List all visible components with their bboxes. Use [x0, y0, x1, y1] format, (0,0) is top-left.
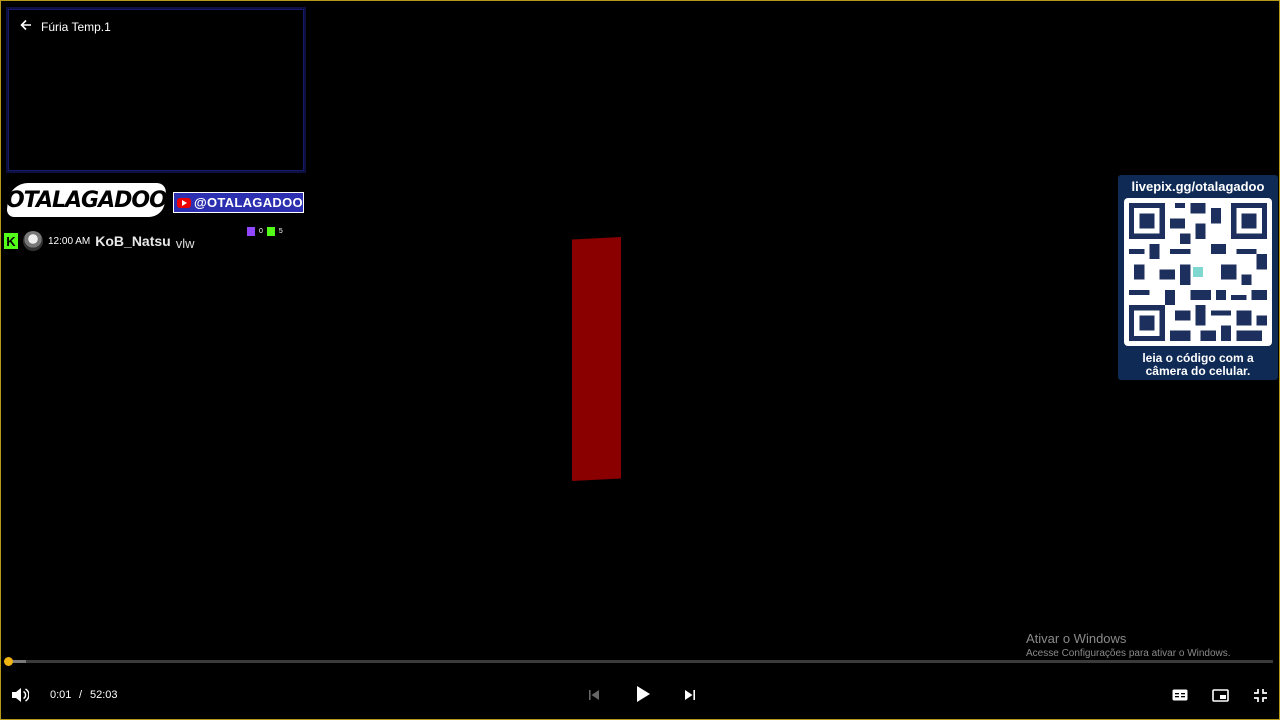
kick-icon: K — [4, 233, 18, 249]
watermark-subtitle: Acesse Configurações para ativar o Windo… — [1026, 648, 1231, 659]
exit-fullscreen-icon — [1253, 688, 1267, 702]
volume-icon — [12, 688, 29, 702]
livepix-qr-panel: livepix.gg/otalagadoo leia o código com … — [1118, 175, 1278, 380]
streamer-logo: OTALAGADOO — [6, 183, 167, 217]
qr-caption: leia o código com a câmera do celular. — [1118, 352, 1278, 378]
handle-text: @OTALAGADOO — [194, 195, 303, 210]
picture-in-picture-button[interactable] — [1210, 686, 1230, 704]
kick-icon — [266, 227, 275, 236]
play-icon — [637, 686, 650, 702]
youtube-handle-badge: @OTALAGADOO — [173, 192, 304, 213]
windows-activation-watermark: Ativar o Windows Acesse Configurações pa… — [1026, 631, 1231, 659]
watermark-title: Ativar o Windows — [1026, 631, 1127, 646]
previous-button[interactable] — [585, 686, 603, 704]
play-button[interactable] — [632, 683, 654, 705]
subtitles-icon — [1172, 689, 1188, 701]
chat-message: K 12:00 AM KoB_Natsu vlw — [4, 231, 195, 251]
streamer-logo-text: OTALAGADOO — [6, 187, 167, 213]
twitch-viewer-count: 0 — [259, 228, 263, 235]
episode-title: Fúria Temp.1 — [41, 19, 111, 34]
qr-code — [1124, 198, 1272, 346]
skip-next-icon — [685, 690, 695, 700]
avatar — [23, 231, 43, 251]
volume-button[interactable] — [10, 685, 30, 705]
youtube-icon — [177, 197, 191, 208]
back-button[interactable]: Fúria Temp.1 — [19, 18, 111, 35]
next-button[interactable] — [681, 686, 699, 704]
qr-code-icon — [1129, 203, 1267, 341]
chat-text: vlw — [175, 235, 195, 251]
seek-bar[interactable] — [4, 657, 1273, 666]
seek-handle[interactable] — [4, 657, 13, 666]
chat-username: KoB_Natsu — [95, 233, 171, 249]
total-duration: 52:03 — [90, 689, 118, 701]
picture-in-picture-icon — [1211, 688, 1229, 702]
video-red-panel — [572, 237, 621, 481]
kick-viewer-count: 5 — [278, 228, 283, 235]
viewer-counts: 0 5 — [247, 227, 283, 236]
qr-caption-line2: câmera do celular. — [1145, 364, 1251, 378]
qr-url: livepix.gg/otalagadoo — [1131, 179, 1265, 194]
arrow-left-icon[interactable] — [19, 18, 33, 35]
twitch-icon — [247, 227, 255, 236]
time-separator: / — [79, 689, 83, 701]
current-time: 0:01 — [50, 689, 72, 701]
skip-previous-icon — [589, 690, 599, 700]
subtitles-button[interactable] — [1170, 686, 1190, 704]
exit-fullscreen-button[interactable] — [1250, 686, 1270, 704]
chat-time: 12:00 AM — [48, 235, 91, 247]
